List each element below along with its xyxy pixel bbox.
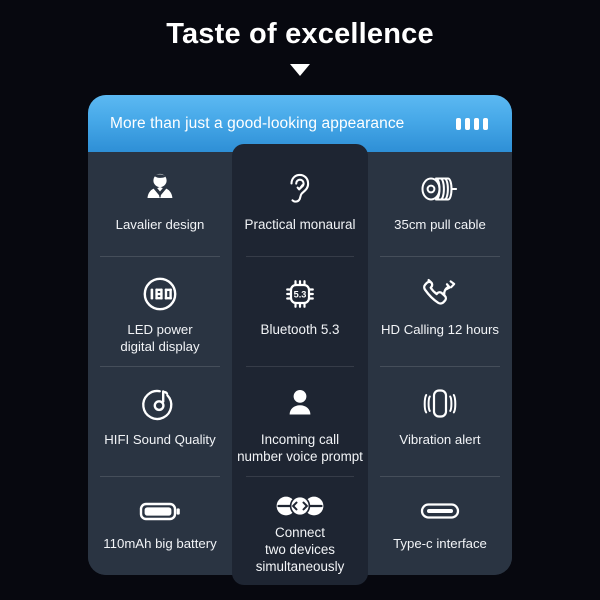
promo-page: Taste of excellence More than just a goo… <box>0 0 600 600</box>
feature-label: 110mAh big battery <box>103 536 217 551</box>
page-title: Taste of excellence <box>166 18 434 50</box>
phone-vibration-icon <box>418 381 462 427</box>
signal-bars-icon <box>456 117 488 130</box>
feature-label: Bluetooth 5.3 <box>260 322 340 337</box>
feature-cell-led-power-display[interactable]: LED power digital display <box>88 257 232 367</box>
feature-label: HIFI Sound Quality <box>104 432 216 447</box>
triangle-down-icon <box>0 60 600 80</box>
feature-cell-hifi-sound[interactable]: HIFI Sound Quality <box>88 367 232 477</box>
battery-icon <box>136 491 184 531</box>
feature-cell-lavalier-design[interactable]: Lavalier design <box>88 152 232 257</box>
svg-text:5.3: 5.3 <box>294 290 307 300</box>
feature-label: Vibration alert <box>399 432 481 447</box>
feature-grid: Lavalier design Practical monaural 35cm … <box>88 144 512 585</box>
card-header-title: More than just a good-looking appearance <box>110 114 405 132</box>
feature-cell-vibration-alert[interactable]: Vibration alert <box>368 367 512 477</box>
feature-label: 35cm pull cable <box>394 217 486 232</box>
bluetooth-chip-icon: 5.3 <box>278 271 322 317</box>
feature-card: More than just a good-looking appearance <box>88 95 512 585</box>
cell-divider <box>246 256 354 257</box>
feature-cell-bluetooth[interactable]: 5.3 Bluetooth 5.3 <box>232 257 368 367</box>
feature-label: Lavalier design <box>115 217 205 232</box>
feature-cell-pull-cable[interactable]: 35cm pull cable <box>368 152 512 257</box>
feature-label: Connect two devices simultaneously <box>255 525 345 574</box>
feature-cell-hd-calling[interactable]: HD Calling 12 hours <box>368 257 512 367</box>
feature-cell-incoming-call-voice[interactable]: Incoming call number voice prompt <box>232 367 368 477</box>
phone-call-arrow-icon <box>419 271 461 317</box>
feature-cell-dual-connect[interactable]: Connect two devices simultaneously <box>232 477 368 585</box>
feature-label: Incoming call number voice prompt <box>237 432 363 464</box>
feature-label: HD Calling 12 hours <box>380 322 499 337</box>
two-devices-connect-icon <box>272 491 328 520</box>
feature-cell-practical-monaural[interactable]: Practical monaural <box>232 144 368 257</box>
usb-type-c-port-icon <box>416 491 464 531</box>
feature-label: Practical monaural <box>244 217 356 232</box>
feature-label: LED power digital display <box>120 322 200 354</box>
person-in-suit-icon <box>140 166 180 212</box>
music-note-circle-icon <box>139 381 181 427</box>
led-battery-percent-icon <box>139 271 181 317</box>
feature-cell-battery[interactable]: 110mAh big battery <box>88 477 232 575</box>
coiled-cable-icon <box>418 166 462 212</box>
feature-cell-type-c[interactable]: Type-c interface <box>368 477 512 575</box>
ear-icon <box>282 166 318 212</box>
person-icon <box>281 381 319 427</box>
feature-label: Type-c interface <box>393 536 487 551</box>
